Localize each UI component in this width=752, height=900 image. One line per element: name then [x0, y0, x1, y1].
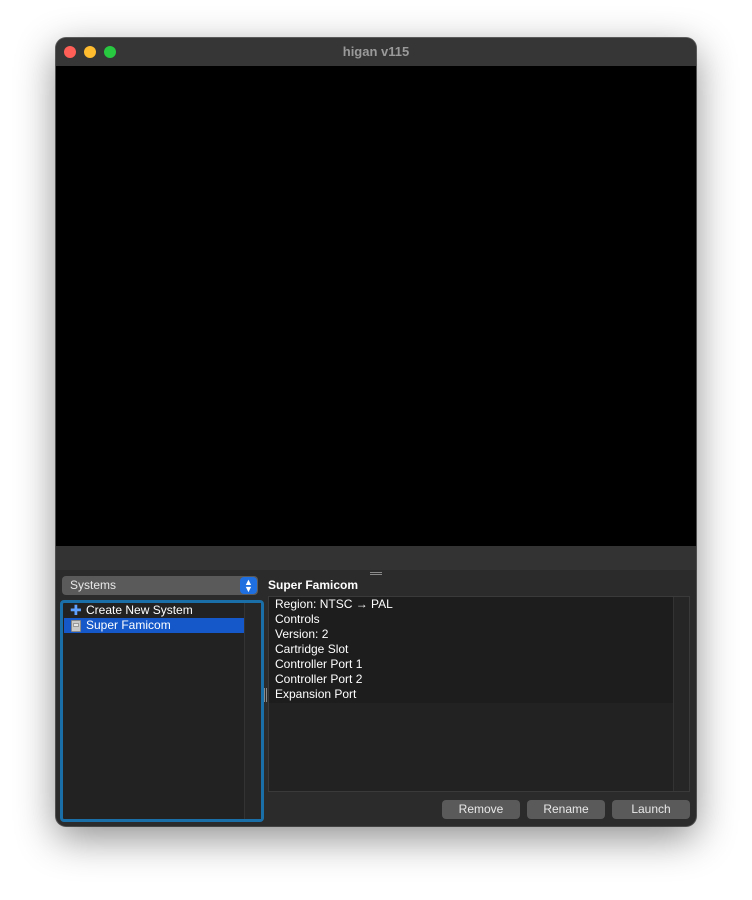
app-window: higan v115 Systems ▲ ▼ ✚ Create New Syste… — [56, 38, 696, 826]
node-row-expansion-port[interactable]: Expansion Port — [275, 687, 356, 702]
node-row-version[interactable]: Version: 2 — [275, 627, 328, 642]
remove-button[interactable]: Remove — [442, 800, 520, 819]
title-bar[interactable]: higan v115 — [56, 38, 696, 67]
node-row-controller-port-1[interactable]: Controller Port 1 — [275, 657, 362, 672]
rename-button[interactable]: Rename — [527, 800, 605, 819]
horizontal-splitter-handle[interactable] — [368, 570, 384, 578]
system-nodes-rows: Region: NTSC → PAL Controls Version: 2 C… — [269, 597, 675, 703]
node-row-region[interactable]: Region: NTSC → PAL — [275, 597, 393, 612]
node-row-cartridge-slot[interactable]: Cartridge Slot — [275, 642, 348, 657]
list-item-create-new-system[interactable]: ✚ Create New System — [64, 603, 245, 618]
up-down-arrows-icon: ▲ ▼ — [240, 577, 257, 594]
system-title: Super Famicom — [268, 578, 359, 592]
status-bar — [56, 546, 696, 570]
launch-button[interactable]: Launch — [612, 800, 690, 819]
vertical-splitter-handle[interactable] — [263, 688, 267, 706]
node-row-controller-port-2[interactable]: Controller Port 2 — [275, 672, 362, 687]
list-item-label: Create New System — [86, 603, 193, 617]
node-row-controls[interactable]: Controls — [275, 612, 320, 627]
emulator-viewport[interactable] — [56, 66, 696, 546]
window-title: higan v115 — [342, 44, 410, 59]
system-nodes-list[interactable]: Region: NTSC → PAL Controls Version: 2 C… — [268, 596, 690, 792]
systems-list[interactable]: ✚ Create New System Super Famicom — [60, 600, 264, 822]
systems-list-scrollbar[interactable] — [244, 603, 261, 819]
system-nodes-scrollbar[interactable] — [673, 597, 689, 791]
list-item-super-famicom[interactable]: Super Famicom — [64, 618, 245, 633]
cartridge-icon — [71, 620, 81, 632]
systems-dropdown[interactable]: Systems ▲ ▼ — [62, 576, 258, 595]
systems-dropdown-value: Systems — [70, 578, 117, 592]
plus-icon: ✚ — [70, 602, 82, 618]
list-item-label: Super Famicom — [86, 618, 171, 632]
